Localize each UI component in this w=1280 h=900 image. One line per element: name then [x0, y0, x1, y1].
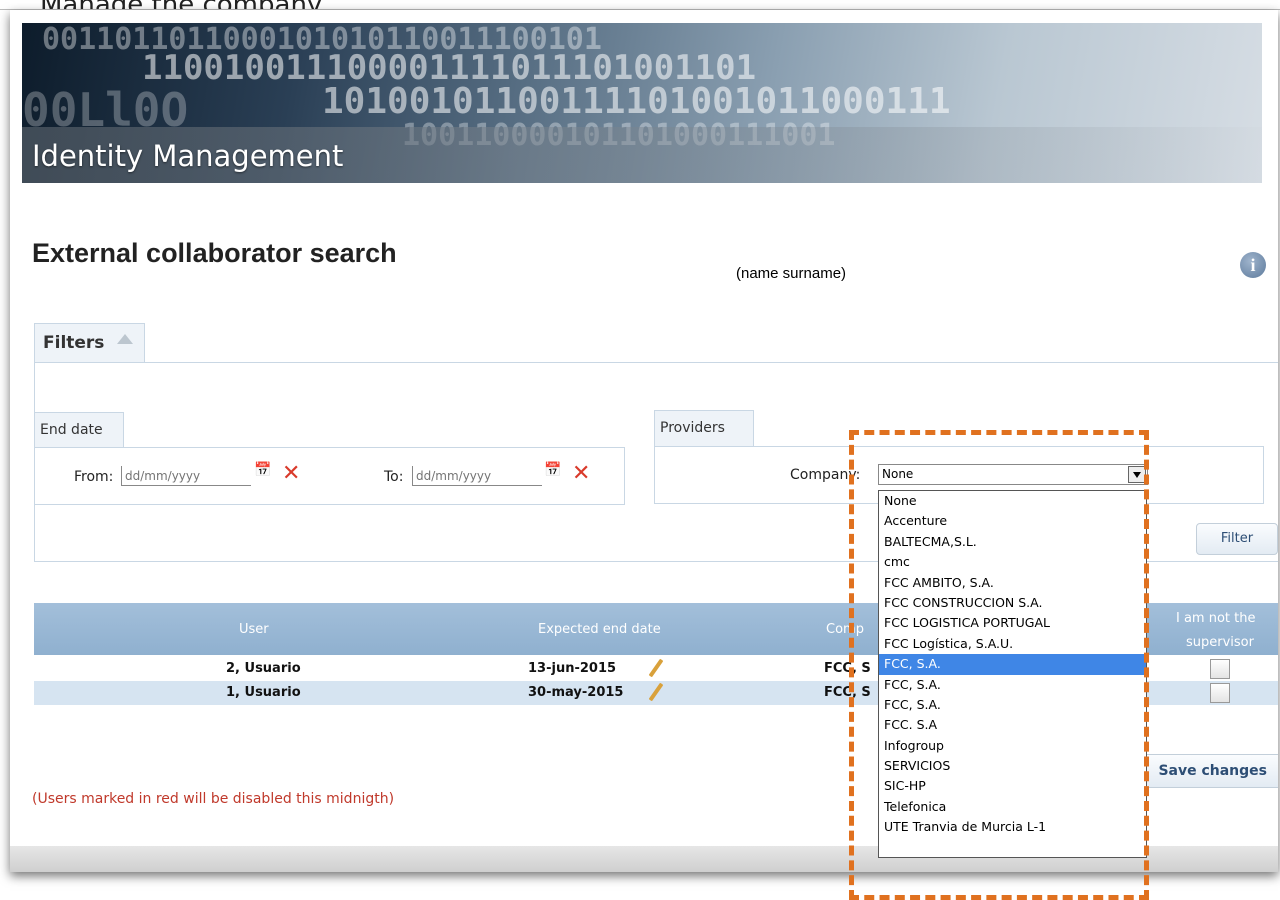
edit-pencil-icon[interactable] [648, 658, 664, 678]
search-hint: (name surname) [736, 265, 847, 282]
not-supervisor-checkbox[interactable] [1210, 683, 1230, 703]
app-title: Identity Management [32, 139, 344, 173]
end-date-legend: End date [34, 412, 124, 448]
row-expected-end: 30-may-2015 [528, 685, 624, 700]
clear-from-date-icon[interactable]: ✕ [282, 463, 300, 485]
from-date-input[interactable] [121, 466, 251, 486]
disable-warning-note: (Users marked in red will be disabled th… [32, 791, 395, 807]
row-user: 2, Usuario [226, 661, 301, 676]
from-label: From: [74, 469, 114, 485]
not-supervisor-checkbox[interactable] [1210, 659, 1230, 679]
annotation-highlight-box [849, 430, 1149, 900]
providers-legend: Providers [654, 410, 754, 446]
row-expected-end: 13-jun-2015 [528, 661, 617, 676]
collapse-arrow-icon [117, 334, 133, 344]
filters-toggle[interactable]: Filters [34, 323, 145, 363]
calendar-icon[interactable]: 📅 [544, 462, 561, 478]
row-user: 1, Usuario [226, 685, 301, 700]
filters-label: Filters [43, 333, 105, 353]
save-changes-button[interactable]: Save changes [1138, 754, 1278, 788]
edit-pencil-icon[interactable] [648, 682, 664, 702]
filter-button[interactable]: Filter [1196, 523, 1278, 555]
column-expected-end-date[interactable]: Expected end date [538, 622, 661, 637]
column-not-supervisor-line2: supervisor [1186, 635, 1254, 650]
calendar-icon[interactable]: 📅 [254, 462, 271, 478]
clear-to-date-icon[interactable]: ✕ [572, 463, 590, 485]
to-label: To: [384, 469, 404, 485]
header-banner: 0011011011000101010110011100101 11001001… [22, 23, 1262, 183]
info-icon[interactable]: i [1240, 252, 1266, 278]
column-user[interactable]: User [239, 622, 269, 637]
to-date-input[interactable] [412, 466, 542, 486]
page-title: External collaborator search [32, 238, 397, 268]
column-not-supervisor: I am not the [1176, 611, 1256, 626]
